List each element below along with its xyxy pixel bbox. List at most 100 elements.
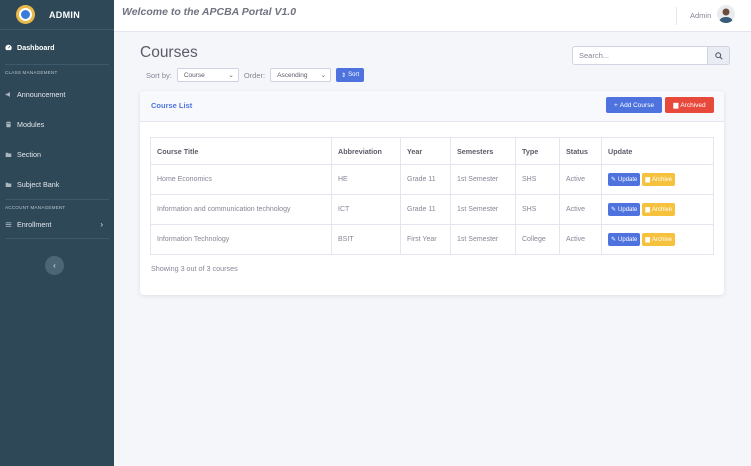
welcome-title: Welcome to the APCBA Portal V1.0	[122, 6, 297, 18]
archive-button[interactable]: ▆ Archive	[642, 203, 676, 216]
sidebar-item-subject-bank[interactable]: Subject Bank	[0, 169, 114, 199]
status-cell: Active	[559, 164, 602, 195]
sidebar: ADMIN Dashboard CLASS MANAGEMENT Announc…	[0, 0, 114, 466]
sort-button-label: Sort	[348, 72, 360, 78]
sidebar-item-dashboard[interactable]: Dashboard	[0, 30, 114, 64]
type-cell: College	[515, 224, 560, 255]
sidebar-item-label: Subject Bank	[17, 179, 60, 189]
sort-label: Sort by:	[146, 70, 172, 80]
archive-icon: ▆	[645, 237, 651, 243]
sidebar-item-label: Announcement	[17, 89, 66, 99]
table-row: Home Economics HE Grade 11 1st Semester …	[150, 164, 714, 195]
folder-icon	[5, 181, 12, 188]
actions-cell: ✎ Update ▆ Archive	[601, 164, 714, 195]
archived-button[interactable]: ▆ Archived	[665, 97, 714, 113]
course-title-cell: Home Economics	[150, 164, 332, 195]
actions-cell: ✎ Update ▆ Archive	[601, 224, 714, 255]
sidebar-item-label: Modules	[17, 119, 45, 129]
sidebar-item-label: Dashboard	[17, 42, 55, 52]
sort-button[interactable]: ⇕ Sort	[336, 68, 365, 82]
sort-controls: Sort by: Course ⌄ Order: Ascending ⌄ ⇕ S…	[146, 68, 365, 82]
user-name[interactable]: Admin	[690, 11, 711, 20]
sidebar-brand[interactable]: ADMIN	[0, 0, 114, 30]
avatar[interactable]	[717, 5, 735, 23]
update-label: Update	[618, 236, 638, 243]
semester-cell: 1st Semester	[450, 194, 516, 225]
update-button[interactable]: ✎ Update	[608, 233, 641, 246]
sidebar-toggle-button[interactable]: ‹	[45, 256, 64, 275]
table-header-row: Course Title Abbreviation Year Semesters…	[150, 137, 714, 165]
sort-by-value: Course	[183, 71, 205, 79]
megaphone-icon	[5, 91, 12, 98]
table-row: Information and communication technology…	[150, 194, 714, 225]
course-list-card: Course List + Add Course ▆ Archived Cour…	[140, 91, 724, 295]
add-course-label: Add Course	[619, 101, 655, 109]
course-title-cell: Information Technology	[150, 224, 332, 255]
year-cell: Grade 11	[400, 194, 451, 225]
update-label: Update	[618, 176, 638, 183]
column-header: Type	[515, 137, 560, 165]
update-button[interactable]: ✎ Update	[608, 203, 641, 216]
archived-label: Archived	[680, 101, 706, 109]
course-table: Course Title Abbreviation Year Semesters…	[150, 137, 714, 255]
folder-icon	[5, 151, 12, 158]
order-select[interactable]: Ascending ⌄	[270, 68, 332, 82]
list-icon	[5, 221, 12, 228]
edit-icon: ✎	[611, 177, 617, 183]
card-title: Course List	[151, 101, 193, 110]
plus-icon: +	[613, 101, 618, 109]
card-header: Course List + Add Course ▆ Archived	[140, 91, 724, 122]
column-header: Semesters	[450, 137, 516, 165]
update-label: Update	[618, 206, 638, 213]
order-value: Ascending	[277, 71, 308, 79]
sidebar-item-announcement[interactable]: Announcement	[0, 79, 114, 109]
actions-cell: ✎ Update ▆ Archive	[601, 194, 714, 225]
logo-icon	[16, 5, 35, 24]
sidebar-item-section[interactable]: Section	[0, 139, 114, 169]
sidebar-item-label: Enrollment	[17, 219, 52, 229]
chevron-down-icon: ⌄	[228, 72, 234, 79]
abbreviation-cell: HE	[331, 164, 401, 195]
section-heading-class-management: CLASS MANAGEMENT	[5, 69, 58, 75]
brand-name: ADMIN	[49, 9, 80, 20]
archive-label: Archive	[652, 176, 673, 183]
archive-icon: ▆	[645, 207, 651, 213]
sort-by-select[interactable]: Course ⌄	[176, 68, 239, 82]
sidebar-item-label: Section	[17, 149, 41, 159]
dashboard-icon	[5, 44, 12, 51]
page-title: Courses	[140, 44, 198, 61]
divider	[676, 7, 677, 25]
sidebar-item-modules[interactable]: Modules	[0, 109, 114, 139]
chevron-down-icon: ⌄	[320, 72, 327, 79]
status-cell: Active	[559, 194, 602, 225]
chevron-right-icon: ›	[100, 219, 103, 229]
status-cell: Active	[559, 224, 602, 255]
add-course-button[interactable]: + Add Course	[606, 97, 662, 113]
column-header: Course Title	[150, 137, 332, 165]
column-header: Status	[559, 137, 602, 165]
abbreviation-cell: ICT	[331, 194, 401, 225]
archive-button[interactable]: ▆ Archive	[642, 173, 676, 186]
sidebar-item-enrollment[interactable]: Enrollment ›	[0, 214, 114, 234]
search-icon	[714, 51, 723, 60]
divider	[5, 238, 109, 239]
search-input[interactable]: Search...	[572, 46, 708, 65]
sort-icon: ⇕	[341, 72, 347, 79]
section-heading-account-management: ACCOUNT MANAGEMENT	[5, 204, 66, 210]
update-button[interactable]: ✎ Update	[608, 173, 641, 186]
year-cell: First Year	[400, 224, 451, 255]
abbreviation-cell: BSIT	[331, 224, 401, 255]
type-cell: SHS	[515, 164, 560, 195]
pagination-summary: Showing 3 out of 3 courses	[151, 264, 238, 273]
column-header: Update	[601, 137, 714, 165]
type-cell: SHS	[515, 194, 560, 225]
archive-icon: ▆	[645, 177, 651, 183]
search-button[interactable]	[708, 46, 730, 65]
archive-icon: ▆	[673, 102, 679, 109]
archive-button[interactable]: ▆ Archive	[642, 233, 676, 246]
edit-icon: ✎	[611, 237, 617, 243]
course-title-cell: Information and communication technology	[150, 194, 332, 225]
semester-cell: 1st Semester	[450, 164, 516, 195]
archive-label: Archive	[652, 206, 673, 213]
archive-label: Archive	[652, 236, 673, 243]
